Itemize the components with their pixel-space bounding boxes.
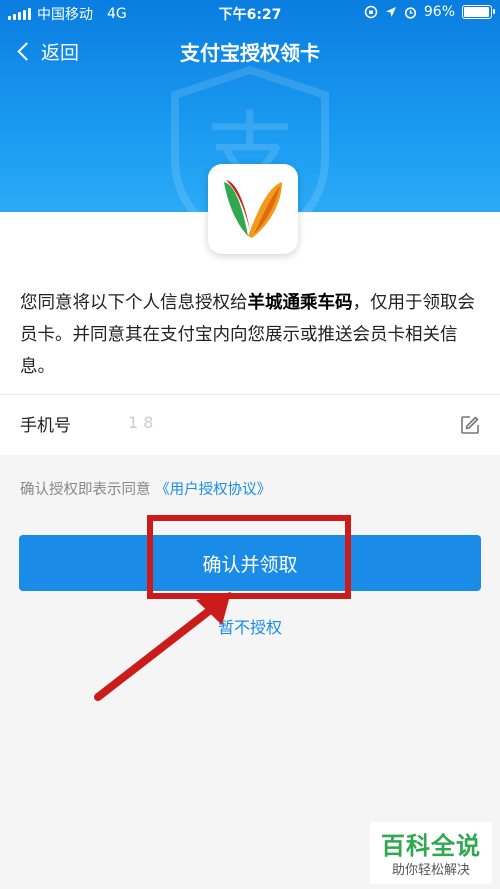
status-bar: 中国移动 4G 下午6:27 96%	[0, 0, 500, 26]
merchant-name: 羊城通乘车码	[247, 293, 353, 313]
battery-percent: 96%	[423, 4, 455, 20]
deny-authorization-link: 暂不授权	[0, 614, 500, 638]
yangchengtong-logo-icon	[224, 180, 282, 238]
orientation-lock-icon	[364, 5, 378, 19]
edit-icon[interactable]	[460, 415, 480, 435]
consent-description: 您同意将以下个人信息授权给羊城通乘车码，仅用于领取会员卡。并同意其在支付宝内向您…	[20, 287, 486, 383]
app-logo	[208, 164, 298, 254]
brand-title: 百科全说	[381, 832, 481, 860]
user-authorization-agreement-link[interactable]: 《用户授权协议》	[155, 482, 271, 498]
divider	[0, 394, 500, 395]
phone-value: 1 8	[128, 413, 154, 432]
agreement-notice: 确认授权即表示同意 《用户授权协议》	[20, 478, 271, 499]
consent-text-before: 您同意将以下个人信息授权给	[20, 293, 248, 313]
brand-subtitle: 助你轻松解决	[391, 863, 470, 878]
annotation-highlight-box	[147, 515, 351, 599]
navigation-bar: 返回 支付宝授权领卡	[0, 30, 500, 74]
deny-authorization-label[interactable]: 暂不授权	[218, 618, 282, 637]
baike-watermark-logo: 百科全说 助你轻松解决	[370, 822, 492, 884]
location-icon	[385, 7, 396, 17]
page-title: 支付宝授权领卡	[180, 41, 320, 65]
agreement-prefix: 确认授权即表示同意	[20, 482, 151, 498]
alarm-icon	[404, 6, 416, 19]
battery-icon	[462, 5, 495, 19]
phone-label: 手机号	[20, 416, 71, 436]
